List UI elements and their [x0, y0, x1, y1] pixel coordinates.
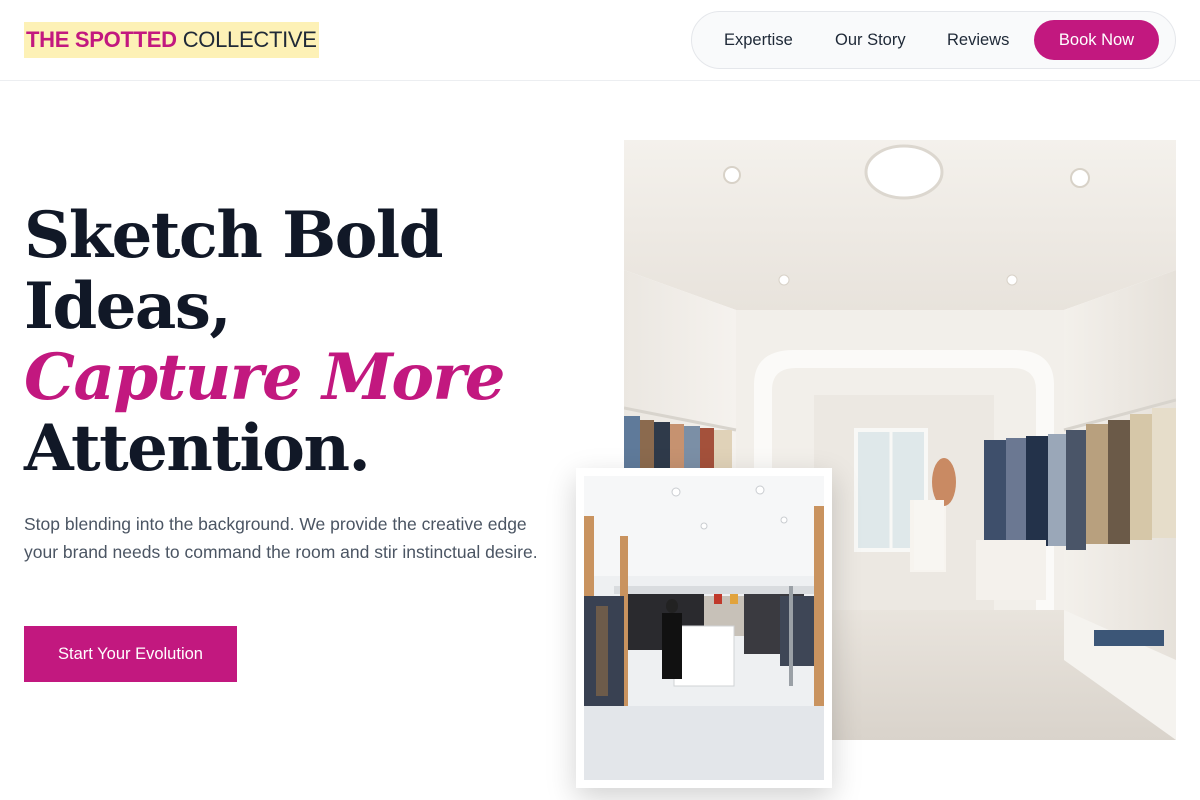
main-nav: Expertise Our Story Reviews Book Now [691, 11, 1176, 69]
book-now-button[interactable]: Book Now [1034, 20, 1159, 60]
start-evolution-button[interactable]: Start Your Evolution [24, 626, 237, 682]
hero-subtext: Stop blending into the background. We pr… [24, 514, 538, 562]
headline-line-4: Attention. [24, 411, 371, 486]
hero-headline: Sketch Bold Ideas, Capture More Attentio… [24, 200, 584, 484]
nav-link-our-story[interactable]: Our Story [835, 31, 906, 50]
brand-name-primary: THE SPOTTED [26, 27, 177, 52]
headline-line-2: Ideas, [24, 269, 232, 344]
brand-name-secondary: COLLECTIVE [182, 27, 317, 52]
brand-logo[interactable]: THE SPOTTED COLLECTIVE [24, 22, 319, 58]
site-header: THE SPOTTED COLLECTIVE Expertise Our Sto… [0, 0, 1200, 81]
store-floor-image [584, 476, 824, 780]
nav-link-reviews[interactable]: Reviews [947, 31, 1009, 50]
headline-accent-line: Capture More [24, 340, 505, 415]
nav-link-expertise[interactable]: Expertise [724, 31, 793, 50]
store-floor-image-frame [576, 468, 832, 788]
headline-line-1: Sketch Bold [24, 198, 443, 273]
